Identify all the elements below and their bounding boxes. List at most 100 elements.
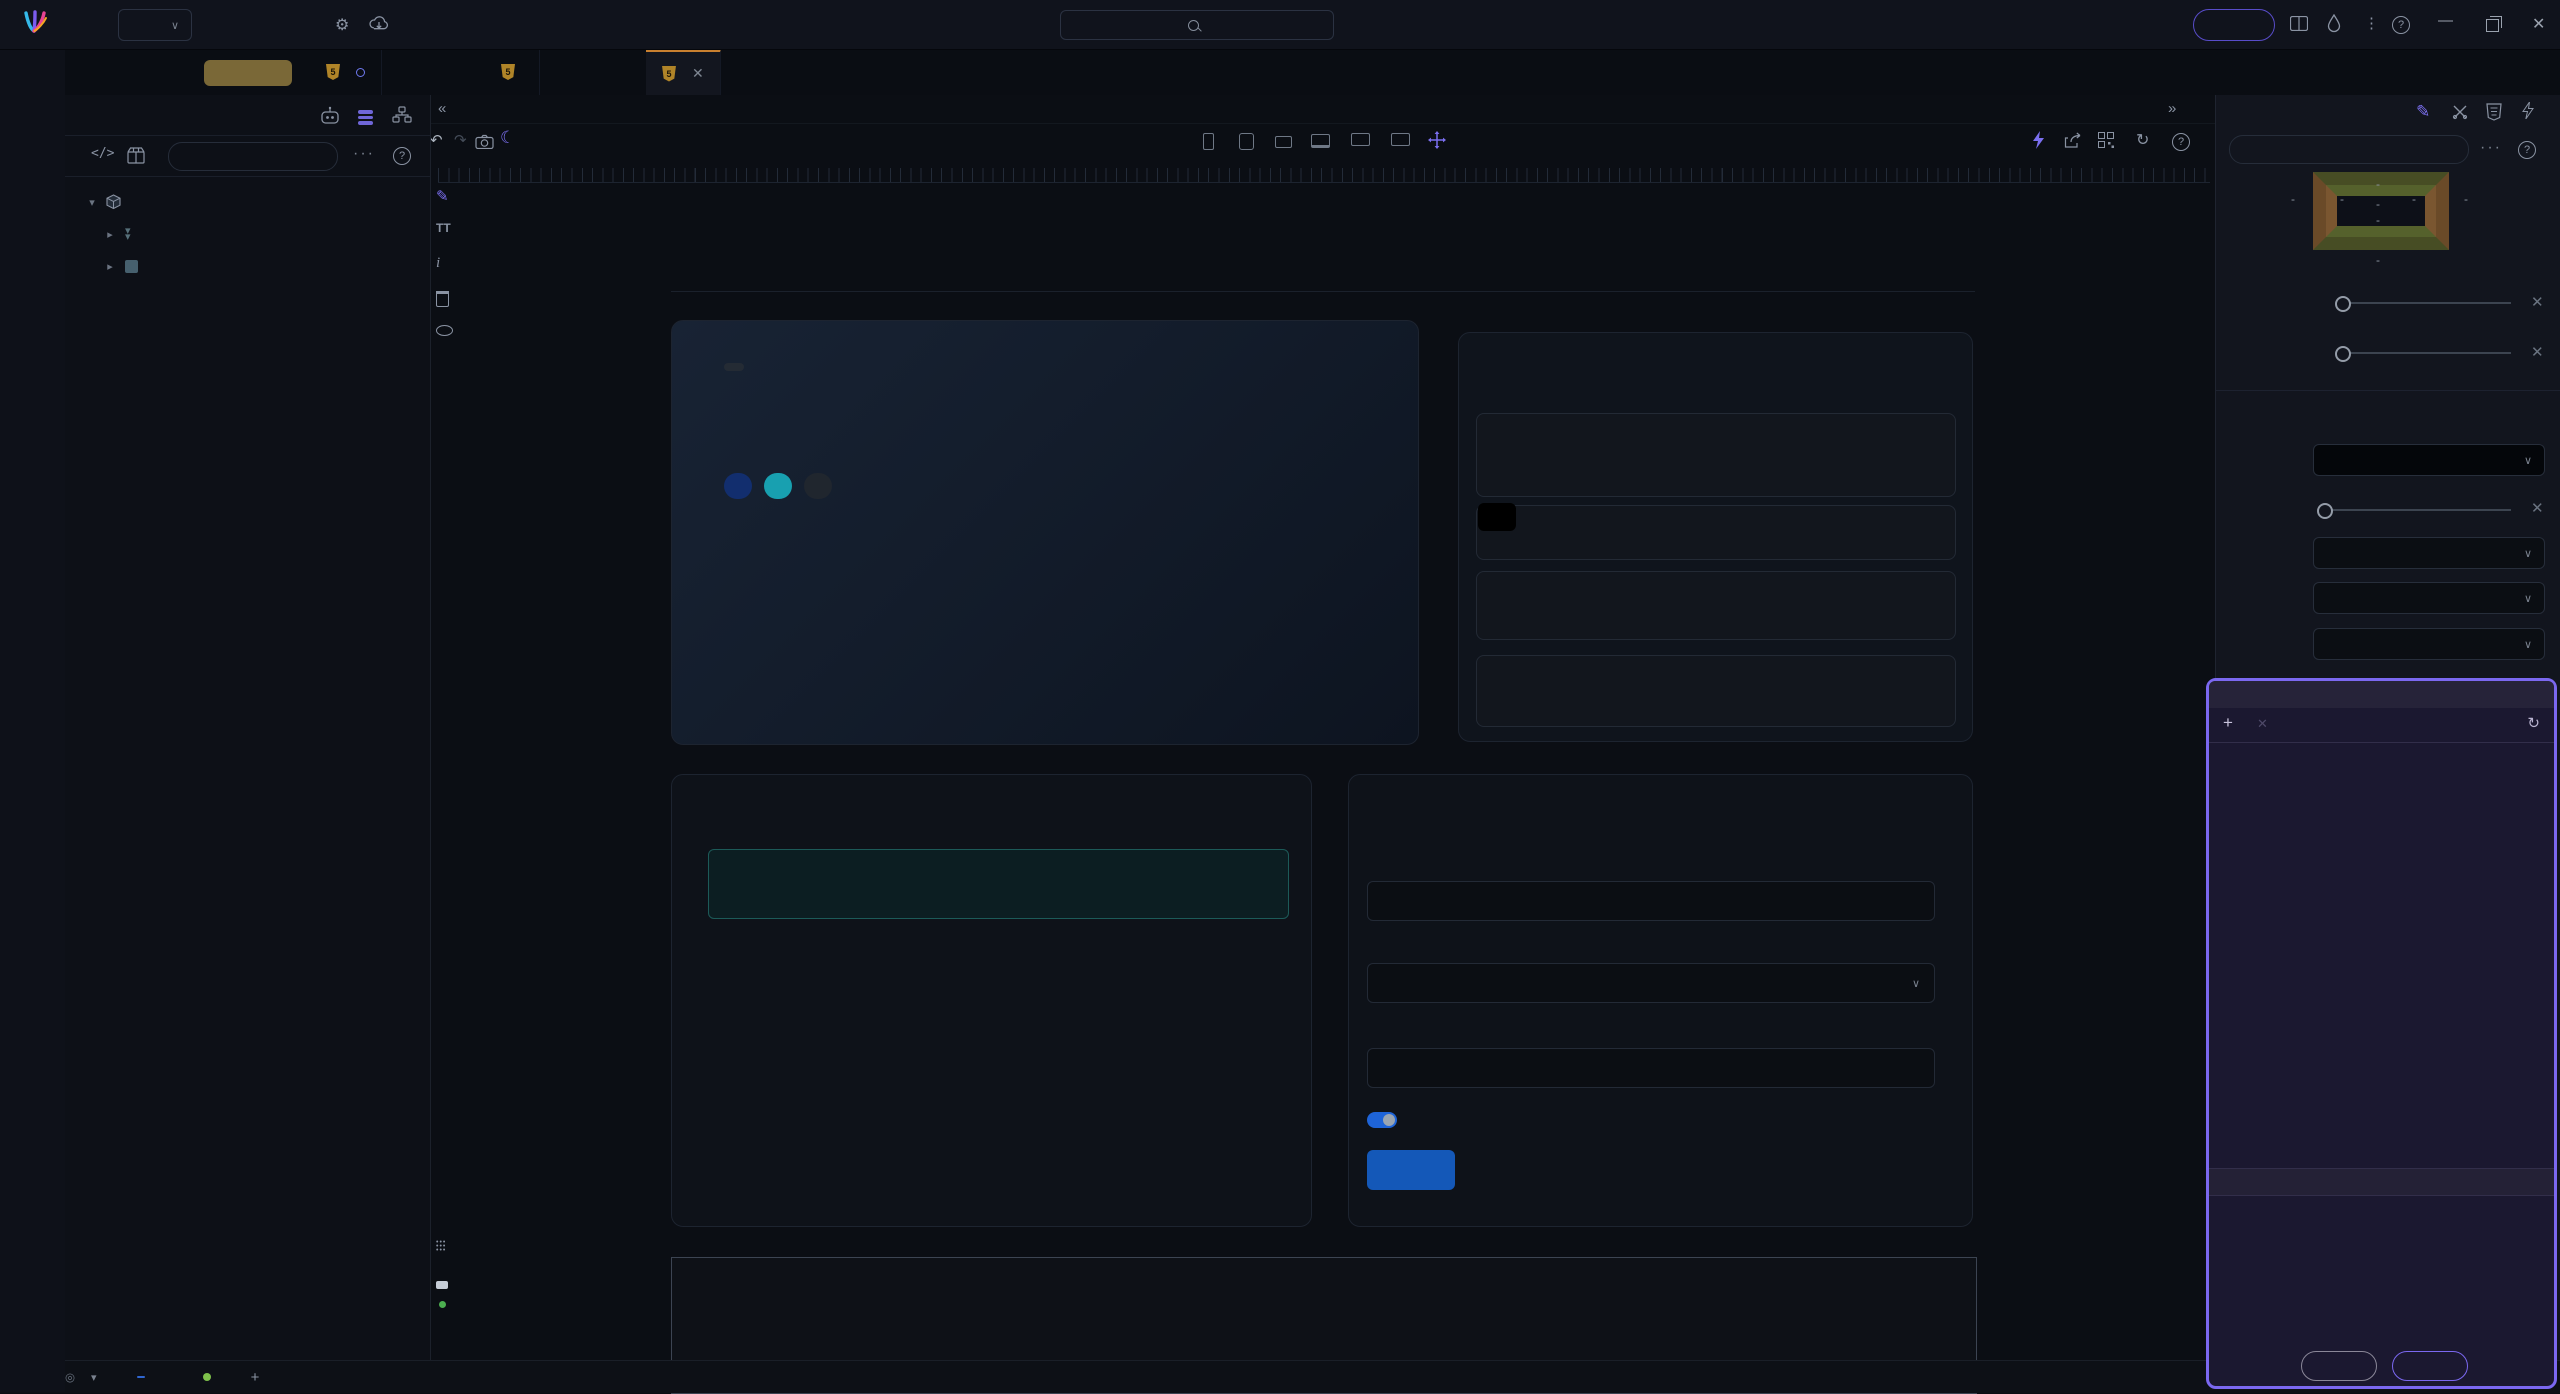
tab-main-ejs[interactable]: 5 [485,49,540,95]
chevron-right-icon[interactable]: ▸ [103,228,117,241]
radius-select[interactable]: ∨ [2313,582,2545,614]
theme-droplet-icon[interactable] [2326,14,2342,33]
window-restore-button[interactable] [2486,16,2502,32]
package-icon[interactable] [127,146,146,164]
toggle-row [1367,1112,1409,1128]
search-icon [1188,19,1199,31]
design-tools-icon[interactable] [2452,104,2468,120]
cloud-download-icon[interactable] [368,15,390,33]
help-icon[interactable]: ? [2392,16,2410,34]
width-clear-icon[interactable]: ✕ [2531,499,2544,517]
width-knob[interactable] [2317,503,2333,519]
chevron-down-icon: ∨ [1911,977,1920,990]
app-structure-list-icon[interactable] [358,108,373,127]
sitemap-tree-icon[interactable] [392,106,412,124]
data-formats-dialog: + ✕ ↻ [2206,678,2557,1389]
y-gutter-knob[interactable] [2335,346,2351,362]
refresh-formats-icon[interactable]: ↻ [2527,714,2540,732]
qr-code-icon[interactable] [2098,132,2114,148]
tree-row-section[interactable]: ▸ ▾ ▾ [65,219,468,249]
app-connect-bolt-icon[interactable] [2032,131,2045,149]
ai-robot-icon[interactable] [320,106,340,124]
tab-close-icon[interactable]: ✕ [692,65,704,82]
box-model-widget[interactable] [2313,172,2449,250]
dark-mode-moon-icon[interactable]: ☾ [500,128,515,148]
min-price-box [1476,505,1956,560]
left-icon-rail [0,49,65,1392]
min-price-input[interactable] [1367,1048,1935,1088]
divider [671,291,1975,292]
state-data-card [671,774,1312,1227]
dynamic-bolt-icon[interactable] [2522,102,2534,119]
wappler-logo-icon [24,10,47,33]
hero-chips [724,473,832,499]
show-details-toggle[interactable] [1367,1112,1397,1128]
find-elements-input[interactable] [168,142,338,171]
project-settings-gear-icon[interactable]: ⚙ [335,15,349,35]
collapse-right-icon[interactable]: » [2168,100,2176,117]
kebab-menu-icon[interactable]: ⋮ [2364,14,2379,32]
device-desktop-icon[interactable] [1351,133,1370,146]
publish-button[interactable] [2193,9,2275,41]
tab-quick-overview-tour-manual[interactable]: 5 ✕ [646,49,721,95]
rounded-select[interactable]: ∨ [2313,537,2545,569]
code-icon[interactable]: </> [91,146,114,161]
eye-icon[interactable] [436,325,453,336]
html5-file-icon: 5 [662,65,676,82]
more-options-icon[interactable]: ··· [353,145,375,163]
y-gutter-slider[interactable] [2347,352,2511,354]
device-monitor-icon[interactable] [1391,133,1410,146]
help-icon[interactable]: ? [2518,141,2536,159]
properties-edit-icon[interactable]: ✎ [2416,102,2430,122]
quick-open-search[interactable] [1060,10,1334,40]
collapse-left-icon[interactable]: « [438,100,446,117]
move-resize-icon[interactable] [1428,131,1446,149]
refresh-icon[interactable]: ↻ [2136,130,2149,150]
html5-file-icon: 5 [326,64,340,80]
filter-properties-input[interactable] [2229,135,2469,164]
window-minimize-button[interactable]: — [2438,12,2453,29]
screenshot-camera-icon[interactable] [475,134,494,149]
chevron-right-icon[interactable]: ▸ [103,260,117,273]
css3-icon[interactable] [2486,103,2502,121]
pages-button[interactable] [204,60,292,86]
formats-toolbar: + ✕ ↻ [2209,708,2554,743]
split-view-icon[interactable] [2290,16,2308,31]
apps-grid-icon[interactable]: ••• ••• ••• [436,1239,446,1254]
more-options-icon[interactable]: ··· [2480,139,2502,157]
name-input[interactable] [1367,881,1935,921]
mini-preview-icon[interactable] [436,1281,448,1289]
tree-row-container[interactable]: ▸ [65,251,468,281]
tab-index-ejs[interactable]: 5 [310,49,382,95]
device-phone-landscape-icon[interactable] [1275,136,1292,148]
border-select[interactable]: ∨ [2313,444,2545,476]
select-button[interactable] [2392,1351,2468,1381]
border-color-select[interactable]: ∨ [2313,628,2545,660]
status-green-dot [439,1301,446,1308]
help-icon[interactable]: ? [393,147,411,165]
width-slider[interactable] [2325,509,2511,511]
cancel-button[interactable] [2301,1351,2377,1381]
tree-row-app[interactable]: ▾ [65,187,450,217]
device-laptop-icon[interactable] [1311,134,1330,148]
device-tablet-icon[interactable] [1239,133,1254,150]
y-gutter-clear-icon[interactable]: ✕ [2531,343,2544,361]
project-selector[interactable]: ∨ [118,9,193,41]
hero-card [671,320,1419,745]
share-export-icon[interactable] [2064,132,2083,148]
help-icon[interactable]: ? [2172,133,2190,151]
remove-format-icon[interactable]: ✕ [2257,716,2268,732]
undo-icon[interactable]: ↶ [430,131,443,149]
device-phone-icon[interactable] [1203,133,1214,150]
trash-icon[interactable] [436,291,449,307]
set-value-button[interactable] [1367,1150,1455,1190]
chevron-down-icon[interactable]: ▾ [85,196,99,209]
x-gutter-clear-icon[interactable]: ✕ [2531,293,2544,311]
add-panel-icon[interactable]: + [251,1369,260,1386]
min-beds-select[interactable]: ∨ [1367,963,1935,1003]
window-close-button[interactable]: ✕ [2532,14,2545,34]
redo-icon[interactable]: ↷ [454,131,467,149]
x-gutter-slider[interactable] [2347,302,2511,304]
x-gutter-knob[interactable] [2335,296,2351,312]
add-format-icon[interactable]: + [2223,713,2233,733]
